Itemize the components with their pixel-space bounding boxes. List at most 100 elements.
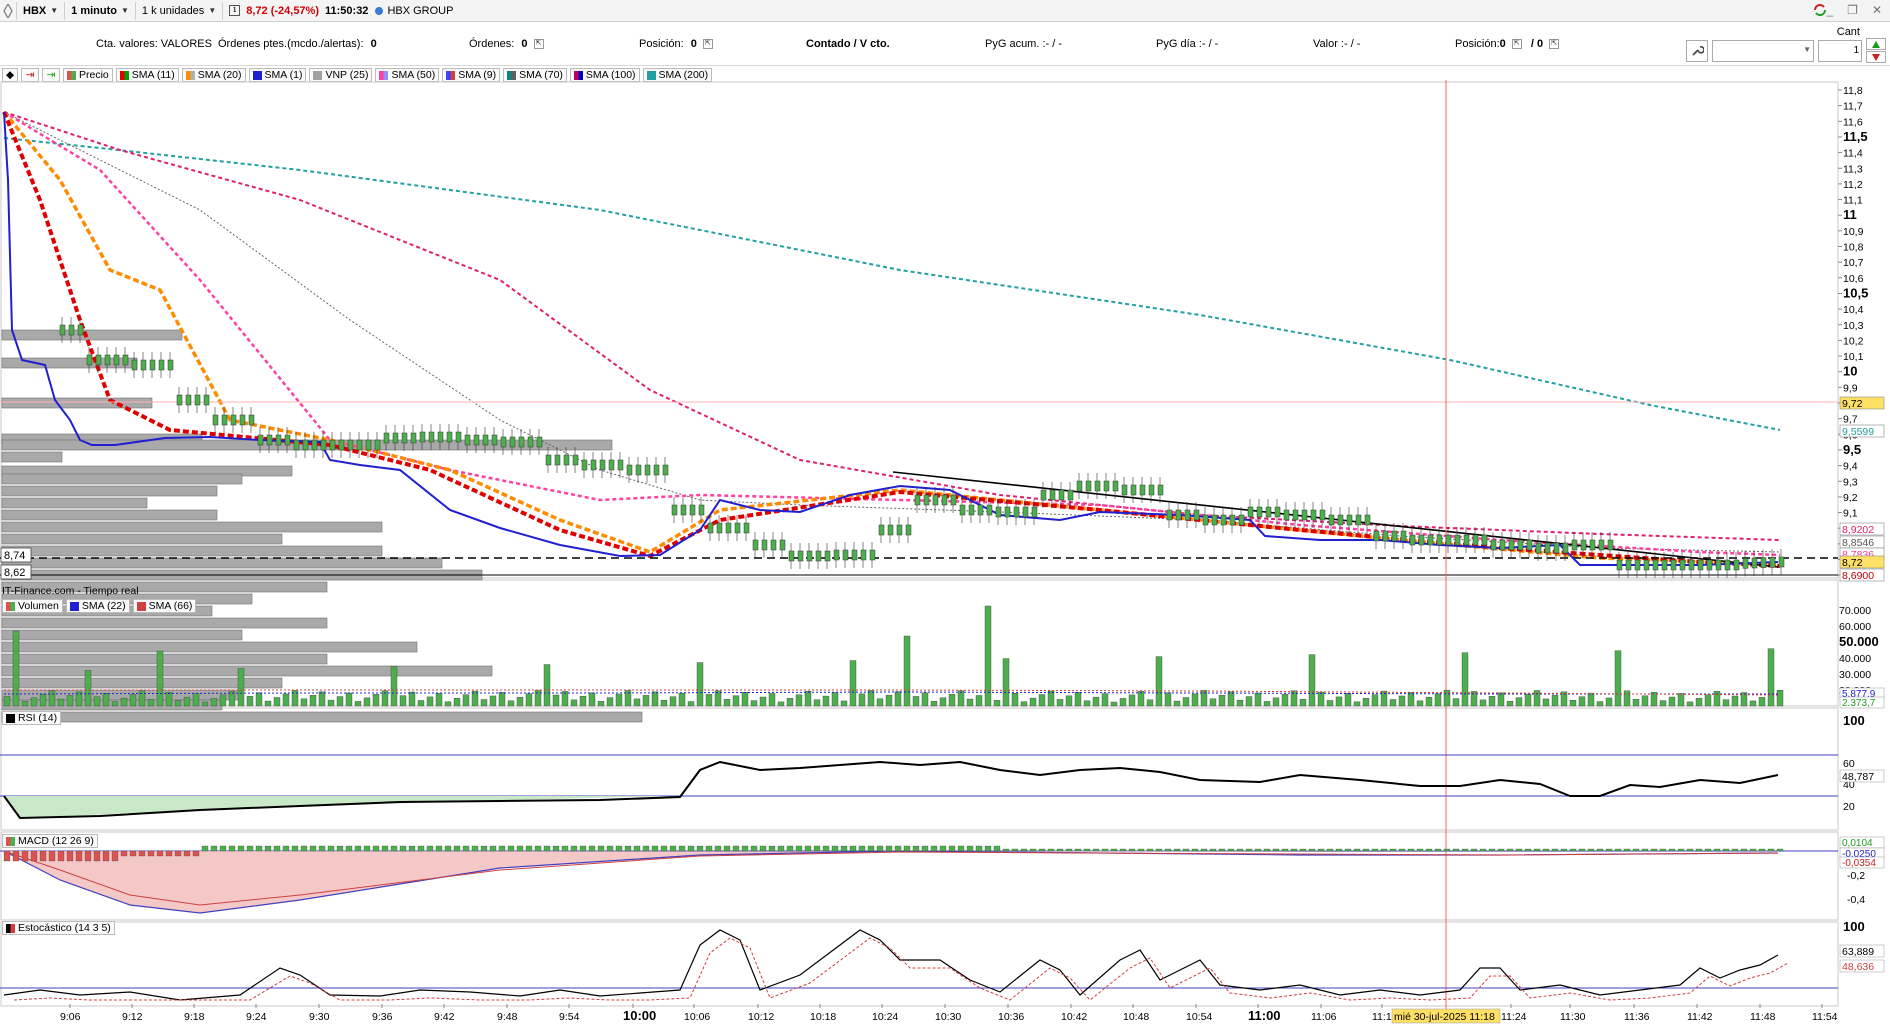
macd-histogram-bar [282, 845, 290, 852]
rsi-legend: RSI (14) [2, 711, 62, 725]
volume-legend-item[interactable]: Volumen [2, 599, 63, 613]
time-axis-label: 11:48 [1750, 1011, 1776, 1023]
macd-histogram-bar [1029, 848, 1037, 852]
orders-value: 0 [521, 38, 528, 50]
macd-histogram-bar [354, 845, 362, 852]
volume-bar [255, 692, 263, 707]
macd-histogram-bar [849, 845, 857, 852]
buy-button[interactable] [1866, 38, 1886, 50]
candle [887, 524, 894, 536]
candle [392, 432, 399, 444]
macd-histogram-bar [1011, 848, 1019, 852]
volume-bar [1704, 694, 1712, 707]
position-total-icon[interactable]: ⇱ [1549, 39, 1560, 50]
volume-axis-label: 50.000 [1839, 634, 1879, 649]
volume-bar [84, 670, 92, 707]
volume-bar [894, 691, 902, 707]
volume-bar [885, 694, 893, 707]
info-icon[interactable]: i [229, 5, 241, 16]
volume-profile-bar [1, 497, 148, 509]
macd-histogram-bar [1614, 848, 1622, 852]
candle [1346, 514, 1353, 526]
candle [1175, 509, 1182, 521]
macd-histogram-bar [930, 845, 938, 852]
candle [734, 522, 741, 534]
volume-bar [1110, 701, 1118, 707]
orders-detail-icon[interactable]: ⇱ [533, 39, 544, 50]
candle [446, 431, 453, 443]
quantity-input[interactable] [1818, 39, 1862, 62]
price-chart[interactable]: 11,8 11,7 11,611,5 11,4 11,3 11,2 11,111 10,9 10… [0, 64, 1890, 1024]
candle [932, 494, 939, 506]
time-axis-label: 9:36 [372, 1011, 393, 1023]
candle [122, 354, 129, 366]
macd-histogram-bar [1677, 848, 1685, 852]
refresh-icon[interactable] [1812, 2, 1828, 18]
macd-histogram-bar [1488, 848, 1496, 852]
volume-bar [408, 691, 416, 707]
candle [158, 359, 165, 371]
volume-bar [1668, 696, 1676, 707]
stochastic-legend-item[interactable]: Estocástico (14 3 5) [2, 921, 115, 935]
candle [671, 504, 678, 516]
price-tag-label: 9,5599 [1842, 426, 1874, 438]
macd-histogram-bar [1461, 848, 1469, 852]
interval-selector[interactable]: 1 minuto ▼ [65, 1, 136, 20]
macd-histogram-bar [507, 845, 515, 852]
candle [1499, 539, 1506, 551]
volume-bar [48, 690, 56, 707]
candle [410, 432, 417, 444]
volume-bar [1497, 692, 1505, 707]
candle [68, 324, 75, 336]
volume-bar [345, 692, 353, 707]
volume-profile-bar [1, 451, 63, 463]
rsi-legend-item[interactable]: RSI (14) [2, 711, 62, 725]
macd-histogram-bar [318, 845, 326, 852]
volume-profile-bar [1, 485, 218, 497]
macd-histogram-bar [786, 845, 794, 852]
candle [185, 394, 192, 406]
macd-histogram-bar [1047, 848, 1055, 852]
order-type-select[interactable]: ▼ [1712, 39, 1814, 62]
company-dot-icon [375, 6, 384, 15]
macd-legend-item[interactable]: MACD (12 26 9) [2, 834, 98, 848]
restore-icon[interactable]: ❐ [1847, 3, 1858, 17]
macd-histogram-bar [1110, 848, 1118, 852]
position-summary-icon[interactable]: ⇱ [1511, 39, 1522, 50]
macd-histogram-bar [1497, 848, 1505, 852]
macd-histogram-bar [1452, 848, 1460, 852]
position-detail-icon[interactable]: ⇱ [702, 39, 713, 50]
close-icon[interactable]: ✕ [1872, 3, 1882, 17]
wrench-icon[interactable] [1686, 39, 1708, 62]
volume-bar [309, 695, 317, 707]
symbol-selector[interactable]: HBX ▼ [17, 1, 66, 20]
macd-histogram-bar [1164, 848, 1172, 852]
macd-histogram-bar [1470, 848, 1478, 852]
candle [140, 359, 147, 371]
volume-bar [957, 690, 965, 707]
rsi-line [3, 760, 1779, 820]
sell-button[interactable] [1866, 51, 1886, 63]
volume-bar [1749, 700, 1757, 707]
price-line [3, 111, 1779, 566]
trade-mode[interactable]: Contado / V cto. [806, 38, 890, 50]
chevron-down-icon: ▼ [208, 6, 217, 15]
rsi-axis-label: 100 [1843, 713, 1865, 728]
macd-histogram-bar [921, 845, 929, 852]
macd-histogram-bar [1596, 848, 1604, 852]
volume-legend-item[interactable]: SMA (22) [65, 599, 130, 613]
candle [113, 354, 120, 366]
volume-bar [435, 693, 443, 707]
stochastic-axis-label: 100 [1843, 919, 1865, 934]
macd-histogram-bar [975, 845, 983, 852]
volume-bar [1182, 697, 1190, 707]
volume-bar [804, 690, 812, 707]
volume-bar [1335, 696, 1343, 707]
units-selector[interactable]: 1 k unidades ▼ [136, 1, 224, 20]
symbol-label: HBX [23, 4, 47, 17]
volume-bar [426, 696, 434, 707]
volume-legend-item[interactable]: SMA (66) [132, 599, 197, 613]
volume-bar [30, 697, 38, 707]
macd-histogram-bar [714, 845, 722, 852]
candle [293, 439, 300, 451]
